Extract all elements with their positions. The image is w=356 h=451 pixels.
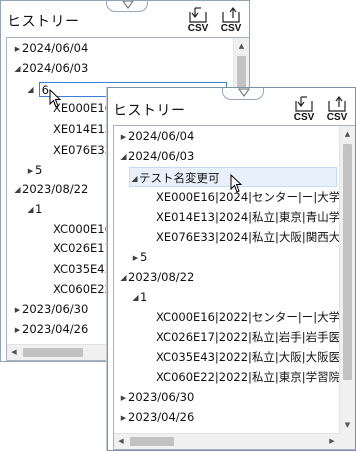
- scroll-right-icon[interactable]: ▶: [325, 434, 339, 449]
- triangle-expanded-icon[interactable]: ◢: [131, 288, 140, 308]
- collapse-tab[interactable]: [106, 1, 148, 12]
- scroll-thumb[interactable]: [130, 437, 174, 446]
- export-csv-button[interactable]: CSV: [291, 95, 317, 125]
- triangle-collapsed-icon[interactable]: ▶: [13, 39, 22, 59]
- scroll-thumb[interactable]: [23, 348, 83, 357]
- upload-icon: [222, 7, 240, 23]
- scroll-corner: [339, 433, 355, 449]
- upload-csv-button[interactable]: CSV: [324, 95, 350, 125]
- tree-node-test[interactable]: ▶ 5: [26, 160, 43, 181]
- panel-title: ヒストリー: [113, 103, 186, 119]
- scroll-left-icon[interactable]: ◀: [114, 434, 128, 449]
- tree-node-date[interactable]: ▶ 2024/06/04: [13, 38, 89, 59]
- upload-icon: [328, 96, 346, 112]
- csv-label: CSV: [326, 112, 348, 123]
- tree-node-date[interactable]: ◢2023/08/22: [13, 179, 88, 199]
- triangle-collapsed-icon[interactable]: ▶: [119, 388, 128, 408]
- triangle-expanded-icon[interactable]: ◢: [26, 80, 35, 100]
- tree-leaf[interactable]: XC026E17|2022|私立|岩手|岩手医: [156, 327, 340, 347]
- csv-label: CSV: [220, 23, 242, 34]
- triangle-expanded-icon[interactable]: ◢: [119, 268, 128, 288]
- scroll-left-icon[interactable]: ◀: [7, 345, 21, 360]
- collapse-tab[interactable]: [222, 88, 264, 100]
- scroll-up-icon[interactable]: ▲: [340, 126, 355, 142]
- vertical-scrollbar[interactable]: ▲ ▼: [339, 126, 355, 433]
- tree-leaf[interactable]: XC060E22|2022|私立|東京|学習院: [156, 367, 340, 387]
- tree-leaf[interactable]: XC035E43|2022|私立|大阪|大阪医: [156, 347, 340, 367]
- triangle-collapsed-icon[interactable]: ▶: [13, 300, 22, 320]
- tree-node-date[interactable]: ▶ 2023/04/26: [13, 319, 89, 340]
- tree-leaf[interactable]: XC000E16|2022|センター|ー|大学入: [156, 307, 352, 327]
- mouse-pointer-icon: [49, 89, 62, 108]
- triangle-down-icon: [122, 1, 134, 9]
- tree-node-date[interactable]: ▶ 2023/06/30: [119, 387, 195, 408]
- triangle-expanded-icon[interactable]: ◢: [119, 147, 128, 167]
- panel-title: ヒストリー: [7, 14, 80, 30]
- triangle-collapsed-icon[interactable]: ▶: [13, 320, 22, 340]
- triangle-collapsed-icon[interactable]: ▶: [131, 248, 140, 268]
- tree-node-date[interactable]: ◢2024/06/03: [119, 146, 194, 166]
- download-icon: [295, 96, 313, 112]
- triangle-expanded-icon[interactable]: ◢: [26, 200, 35, 220]
- scroll-down-icon[interactable]: ▼: [340, 417, 355, 433]
- tree-node-date[interactable]: ▶ 2023/06/30: [13, 299, 89, 320]
- triangle-expanded-icon[interactable]: ◢: [130, 169, 139, 189]
- mouse-pointer-icon: [230, 174, 243, 193]
- triangle-collapsed-icon[interactable]: ▶: [119, 127, 128, 147]
- download-icon: [189, 7, 207, 23]
- tree-node-date[interactable]: ◢2023/08/22: [119, 267, 194, 287]
- upload-csv-button[interactable]: CSV: [218, 6, 244, 36]
- tree-node-test[interactable]: ◢1: [26, 199, 42, 219]
- scroll-thumb[interactable]: [343, 144, 352, 380]
- triangle-collapsed-icon[interactable]: ▶: [26, 161, 35, 181]
- tree-node-date[interactable]: ◢2024/06/03: [13, 58, 88, 78]
- triangle-expanded-icon[interactable]: ◢: [13, 59, 22, 79]
- export-csv-button[interactable]: CSV: [185, 6, 211, 36]
- tree-leaf[interactable]: XE014E13|2024|私立|東京|青山学: [156, 207, 340, 227]
- tree-leaf[interactable]: XE076E33|2024|私立|大阪|関西大: [156, 227, 340, 247]
- triangle-down-icon: [238, 88, 250, 97]
- horizontal-scrollbar[interactable]: ◀ ▶: [114, 433, 339, 449]
- triangle-expanded-icon[interactable]: ◢: [13, 180, 22, 200]
- tree-node-date[interactable]: ▶ 2024/06/04: [119, 126, 195, 147]
- tree-node-test[interactable]: ▶ 5: [131, 247, 148, 268]
- csv-label: CSV: [187, 23, 209, 34]
- triangle-collapsed-icon[interactable]: ▶: [119, 408, 128, 428]
- tree-leaf[interactable]: XE000E16|2024|センター|ー|大学入: [156, 187, 352, 207]
- history-panel-front: ヒストリー CSV CSV ▶ 2024/06/04 ◢2024/06/03 ◢テ…: [107, 87, 356, 451]
- csv-label: CSV: [293, 112, 315, 123]
- tree-node-test[interactable]: ◢1: [131, 287, 147, 307]
- tree-node-date[interactable]: ▶ 2023/04/26: [119, 407, 195, 428]
- scroll-up-icon[interactable]: ▲: [234, 38, 249, 54]
